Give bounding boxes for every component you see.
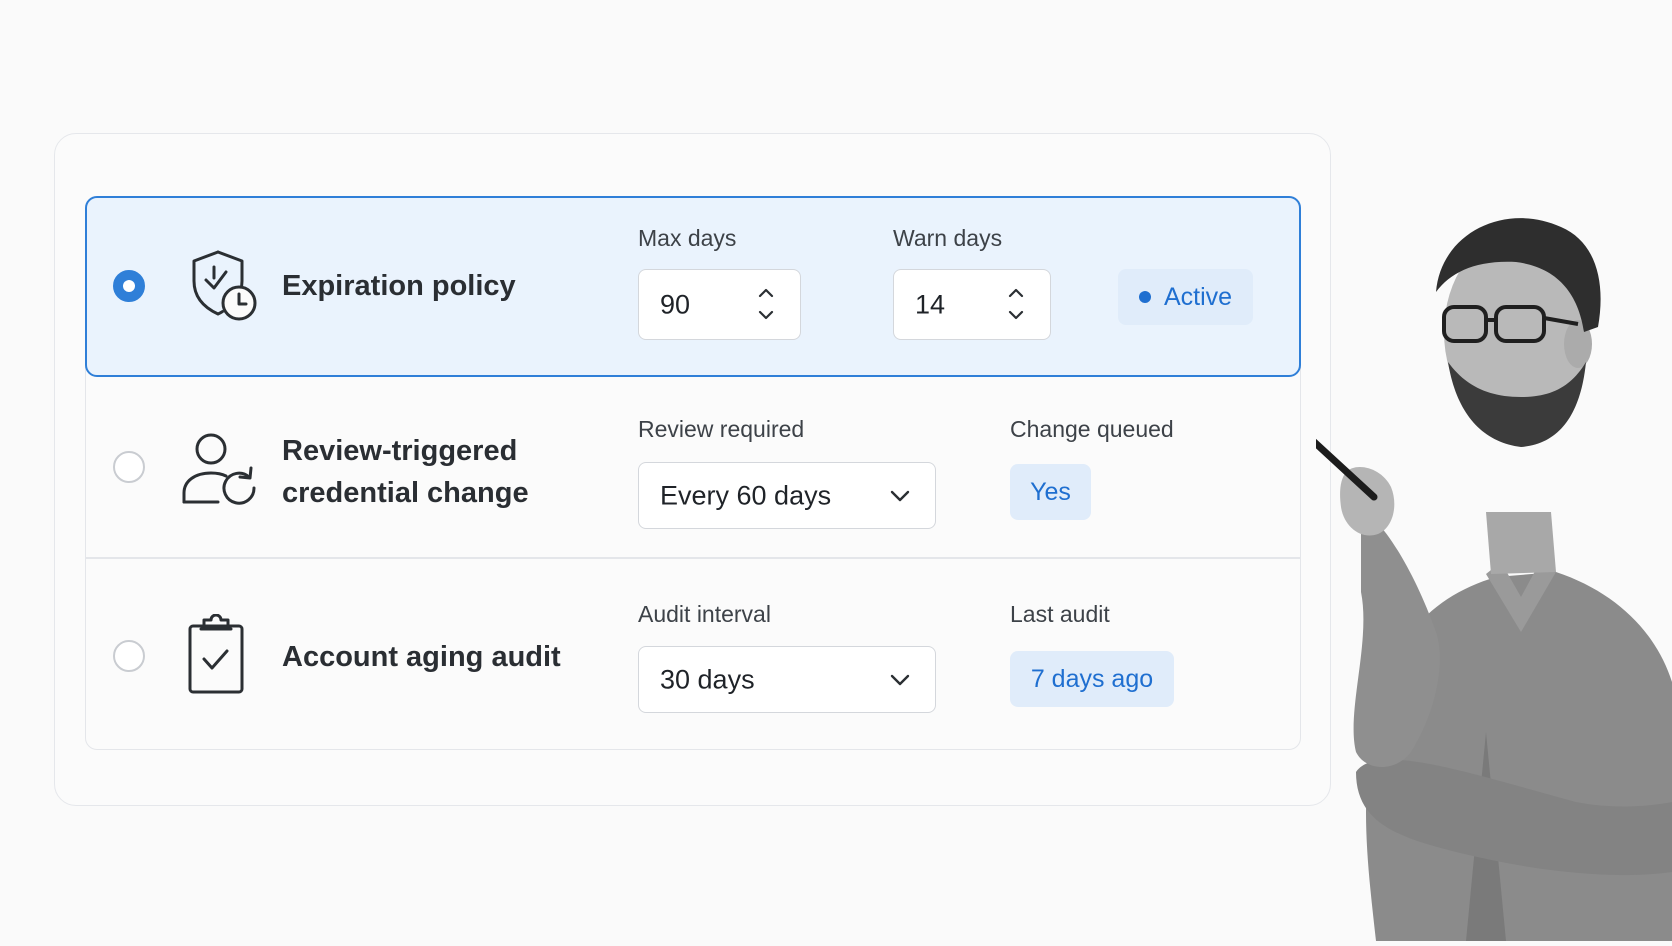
audit-interval-select[interactable]: 30 days xyxy=(638,646,936,713)
expiration-policy-title: Expiration policy xyxy=(282,270,516,302)
shield-clock-icon xyxy=(186,247,260,321)
last-audit-label: Last audit xyxy=(1010,601,1110,627)
change-queued-badge: Yes xyxy=(1010,464,1091,520)
radio-expiration-policy[interactable] xyxy=(113,270,145,302)
warn-days-input[interactable]: 14 xyxy=(893,269,1051,340)
audit-interval-value: 30 days xyxy=(660,664,755,694)
change-queued-value: Yes xyxy=(1030,477,1071,506)
clipboard-check-icon xyxy=(185,614,247,696)
status-badge-active: Active xyxy=(1118,269,1253,325)
review-required-select[interactable]: Every 60 days xyxy=(638,462,936,529)
status-dot-icon xyxy=(1138,291,1151,303)
audit-interval-label: Audit interval xyxy=(638,601,771,627)
user-refresh-icon xyxy=(180,428,260,508)
last-audit-value: 7 days ago xyxy=(1030,664,1154,693)
review-triggered-title-line2: credential change xyxy=(282,477,529,509)
warn-days-stepper-icon[interactable] xyxy=(1006,284,1026,324)
max-days-stepper-icon[interactable] xyxy=(756,284,776,324)
warn-days-value: 14 xyxy=(915,289,946,319)
max-days-label: Max days xyxy=(638,225,737,251)
account-aging-title: Account aging audit xyxy=(282,641,561,673)
last-audit-badge: 7 days ago xyxy=(1010,651,1174,707)
review-required-value: Every 60 days xyxy=(660,480,832,510)
radio-review-triggered[interactable] xyxy=(113,451,145,483)
radio-account-aging-audit[interactable] xyxy=(113,640,145,672)
review-triggered-title-line1: Review-triggered xyxy=(282,435,518,467)
max-days-value: 90 xyxy=(660,289,691,319)
change-queued-label: Change queued xyxy=(1010,416,1174,442)
status-badge-active-text: Active xyxy=(1163,282,1233,311)
chevron-down-icon xyxy=(889,489,911,503)
person-illustration xyxy=(1308,212,1672,941)
review-required-label: Review required xyxy=(638,416,805,442)
chevron-down-icon xyxy=(889,673,911,687)
warn-days-label: Warn days xyxy=(893,225,1003,251)
max-days-input[interactable]: 90 xyxy=(638,269,801,340)
